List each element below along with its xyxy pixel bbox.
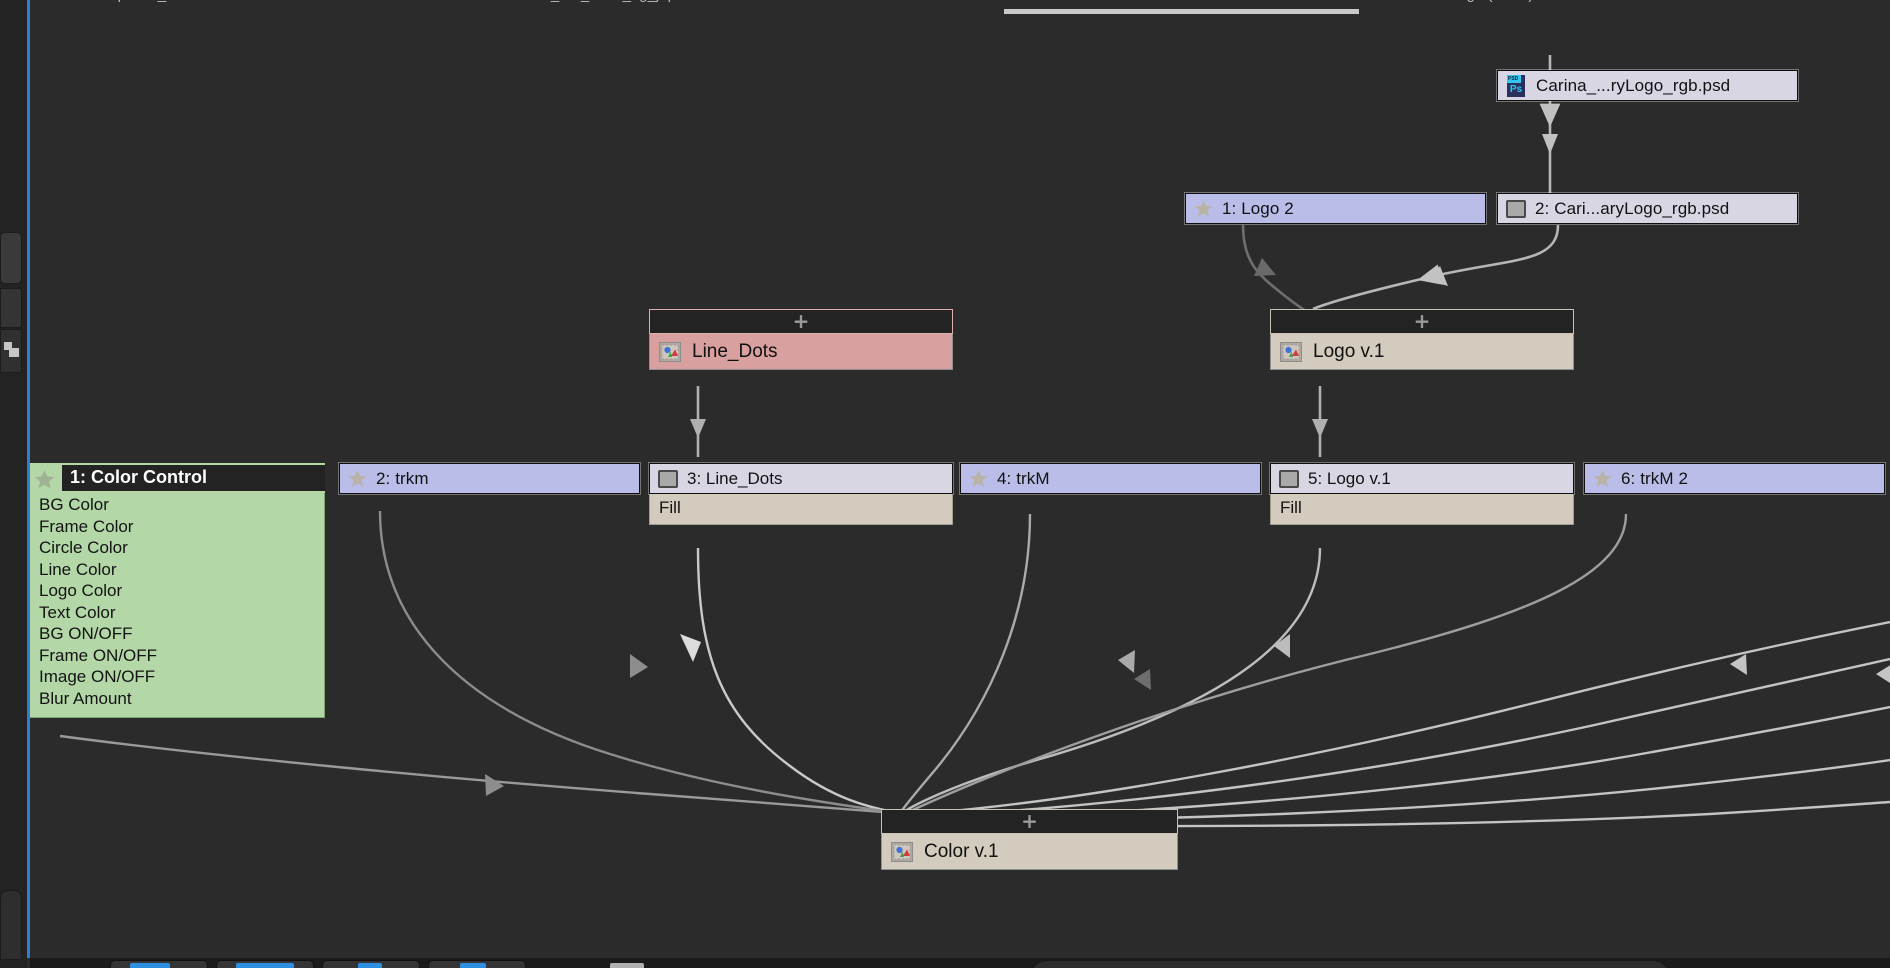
toolbar-tray [1030,961,1670,968]
comp-body[interactable]: Color v.1 [881,834,1178,870]
layer-bar[interactable]: 2: trkm [339,463,640,494]
plus-icon[interactable]: + [1414,311,1431,331]
tab-color-control[interactable]: Color Control [1070,0,1158,3]
footage-label: Carina_...ryLogo_rgb.psd [1536,75,1731,95]
solid-square-icon [658,469,678,488]
layer-label: 2: Cari...aryLogo_rgb.psd [1535,198,1730,218]
tab-composite[interactable]: Composite_1to4 [86,0,195,3]
comp-expand-bar[interactable]: + [881,809,1178,834]
layer-bar[interactable]: 5: Logo v.1 [1270,463,1574,494]
effect-header[interactable]: 1: Color Control [30,463,325,493]
rail-button-4[interactable] [0,890,22,960]
comp-label: Color v.1 [924,840,999,862]
layer-label: 1: Logo 2 [1222,198,1294,218]
node-comp-color-v1[interactable]: + Color v.1 [881,809,1178,870]
composition-icon [1280,341,1302,362]
star-icon [34,469,55,488]
comp-body[interactable]: Line_Dots [649,334,953,370]
layer-effect-row[interactable]: Fill [649,494,953,525]
tab-bar-bg[interactable]: 4/6_bar_1 – n_bg_japan [530,0,693,3]
comp-body[interactable]: Logo v.1 [1270,334,1574,370]
node-layer-logo-v1[interactable]: 5: Logo v.1 Fill [1270,463,1574,525]
bottom-toolbar [30,958,1890,968]
layer-label: 3: Line_Dots [687,468,783,488]
composition-icon [659,341,681,362]
node-layer-trkm-6[interactable]: 6: trkM 2 [1584,463,1885,494]
toolbar-icon-4[interactable] [460,963,486,968]
property-item[interactable]: Frame ON/OFF [39,645,324,667]
layer-bar[interactable]: 6: trkM 2 [1584,463,1885,494]
layer-label: 4: trkM [997,468,1050,488]
comp-expand-bar[interactable]: + [649,309,953,334]
star-icon [969,469,988,488]
node-layer-logo2[interactable]: 1: Logo 2 [1185,193,1486,224]
layer-bar[interactable]: 2: Cari...aryLogo_rgb.psd [1497,193,1798,224]
composition-icon [891,841,913,862]
layer-bar[interactable]: 3: Line_Dots [649,463,953,494]
flowchart-panel: Composite_1to4 4/6_bar_1 – n_bg_japan Co… [0,0,1890,968]
tab-usage-color[interactable]: Usage (Color) [1440,0,1533,3]
footage-bar[interactable]: PSD Ps Carina_...ryLogo_rgb.psd [1497,70,1798,101]
property-item[interactable]: Frame Color [39,516,324,538]
solid-square-icon [1279,469,1299,488]
toolbar-icon-2[interactable] [236,963,294,968]
photoshop-psd-icon: PSD Ps [1506,74,1527,97]
comp-label: Line_Dots [692,340,778,362]
property-item[interactable]: Line Color [39,559,324,581]
effect-title: 1: Color Control [62,465,325,491]
node-layer-line-dots[interactable]: 3: Line_Dots Fill [649,463,953,525]
layer-effect-row[interactable]: Fill [1270,494,1574,525]
rail-button-2[interactable] [0,288,22,328]
tab-strip: Composite_1to4 4/6_bar_1 – n_bg_japan Co… [0,0,1890,14]
layer-bar[interactable]: 1: Logo 2 [1185,193,1486,224]
node-footage-psd[interactable]: PSD Ps Carina_...ryLogo_rgb.psd [1497,70,1798,101]
node-layer-trkm-4[interactable]: 4: trkM [960,463,1261,494]
star-icon [348,469,367,488]
node-comp-line-dots[interactable]: + Line_Dots [649,309,953,370]
rail-button-1[interactable] [0,232,22,284]
layer-label: 5: Logo v.1 [1308,468,1391,488]
layer-bar[interactable]: 4: trkM [960,463,1261,494]
star-icon [1194,199,1213,218]
flowchart-canvas[interactable]: PSD Ps Carina_...ryLogo_rgb.psd 1: Logo … [30,14,1890,958]
effect-property-list: BG Color Frame Color Circle Color Line C… [30,493,325,718]
toolbar-icon-1[interactable] [130,963,170,968]
property-item[interactable]: BG ON/OFF [39,623,324,645]
property-item[interactable]: Circle Color [39,537,324,559]
toolbar-icon-5[interactable] [610,963,644,968]
property-item[interactable]: Blur Amount [39,688,324,710]
comp-expand-bar[interactable]: + [1270,309,1574,334]
star-icon [1593,469,1612,488]
property-item[interactable]: Image ON/OFF [39,666,324,688]
toolbar-icon-3[interactable] [358,963,382,968]
node-layer-trkm-2[interactable]: 2: trkm [339,463,640,494]
property-item[interactable]: Logo Color [39,580,324,602]
node-comp-logo-v1[interactable]: + Logo v.1 [1270,309,1574,370]
solid-square-icon [1506,199,1526,218]
property-item[interactable]: Text Color [39,602,324,624]
property-item[interactable]: BG Color [39,494,324,516]
node-layer-psd[interactable]: 2: Cari...aryLogo_rgb.psd [1497,193,1798,224]
layer-label: 6: trkM 2 [1621,468,1689,488]
node-effect-color-control[interactable]: 1: Color Control BG Color Frame Color Ci… [30,463,325,718]
plus-icon[interactable]: + [1021,811,1038,831]
comp-label: Logo v.1 [1313,340,1385,362]
layer-label: 2: trkm [376,468,429,488]
plus-icon[interactable]: + [793,311,810,331]
layers-icon[interactable] [4,342,20,358]
left-tool-rail [0,0,27,968]
